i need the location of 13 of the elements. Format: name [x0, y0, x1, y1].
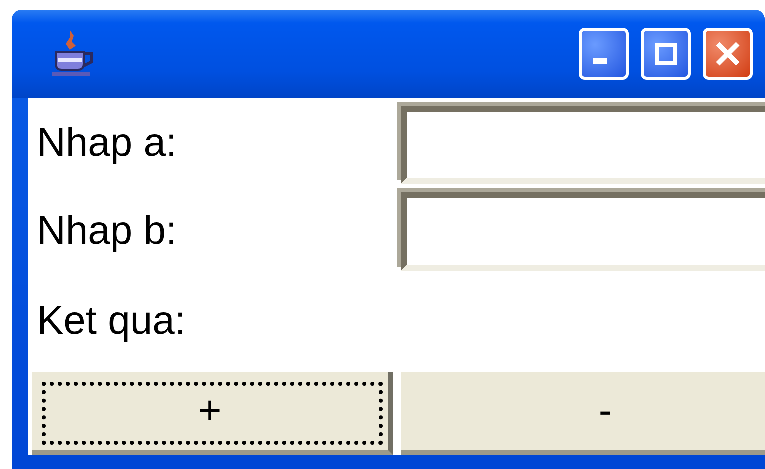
close-button[interactable] [703, 28, 753, 80]
minimize-icon [593, 58, 607, 64]
maximize-button[interactable] [641, 28, 691, 80]
input-field[interactable] [401, 106, 765, 184]
subtract-button[interactable]: - [401, 372, 765, 455]
field-label: Ket qua: [36, 299, 188, 344]
add-button[interactable]: + [32, 372, 393, 455]
field-label: Nhap a: [36, 120, 178, 166]
close-icon [716, 42, 740, 66]
minimize-button[interactable] [579, 28, 629, 80]
field-label: Nhap b: [36, 209, 178, 254]
input-field[interactable] [401, 192, 765, 271]
maximize-icon [655, 43, 677, 65]
